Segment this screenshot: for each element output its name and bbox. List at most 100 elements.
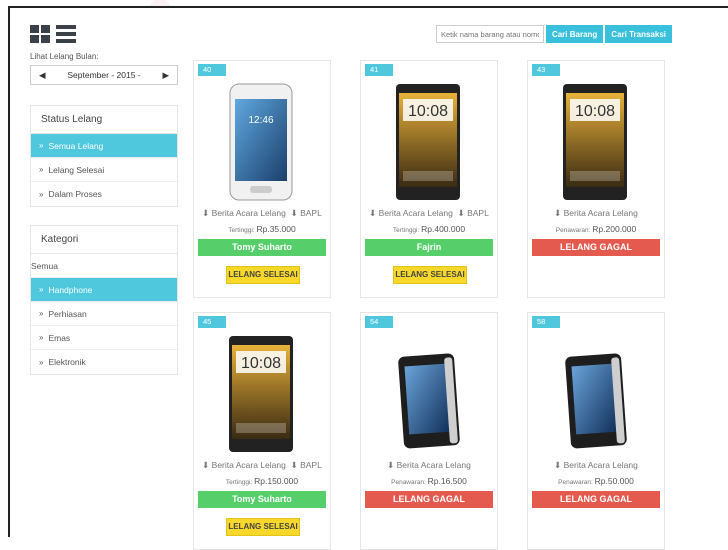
view-toggle (30, 25, 76, 43)
bid-amount: Rp.400.000 (421, 224, 466, 234)
bid-amount: Rp.200.000 (592, 224, 637, 234)
month-label: Lihat Lelang Bulan: (30, 52, 99, 61)
status-item-proses[interactable]: » Dalam Proses (31, 182, 177, 206)
product-image[interactable]: 12:46 (228, 83, 294, 201)
auction-status-bar: LELANG GAGAL (532, 491, 660, 508)
bid-amount: Rp.16.500 (427, 476, 467, 486)
chevron-right-icon: » (39, 357, 44, 367)
month-value: September - 2015 - (67, 70, 141, 80)
status-item-selesai[interactable]: » Lelang Selesai (31, 158, 177, 182)
auction-card[interactable]: 58 ⬇ Berita Acara Lelang Penawaran: Rp.5… (527, 312, 665, 550)
bid-info: Penawaran: Rp.50.000 (558, 476, 634, 486)
status-item-label: Semua Lelang (48, 140, 104, 151)
berita-acara-link[interactable]: ⬇ Berita Acara Lelang (387, 460, 471, 470)
download-icon: ⬇ (554, 208, 562, 218)
kategori-item-label: Emas (48, 332, 71, 343)
prev-month-icon[interactable]: ◀ (39, 70, 46, 81)
grid-view-icon[interactable] (30, 25, 50, 43)
svg-text:10:08: 10:08 (408, 103, 448, 120)
svg-text:10:08: 10:08 (575, 103, 615, 120)
kategori-item-label: Handphone (48, 284, 93, 295)
status-panel: Status Lelang » Semua Lelang » Lelang Sele… (30, 105, 178, 207)
auction-id-badge: 54 (365, 316, 393, 328)
bid-info: Tertinggi: Rp.150.000 (225, 476, 299, 486)
auction-card[interactable]: 54 ⬇ Berita Acara Lelang Penawaran: Rp.1… (360, 312, 498, 550)
auction-id-badge: 45 (198, 316, 226, 328)
list-view-icon[interactable] (56, 25, 76, 43)
download-icon: ⬇ (457, 208, 465, 218)
berita-acara-link[interactable]: ⬇ Berita Acara Lelang (202, 460, 286, 470)
auction-card[interactable]: 43 10:08 ⬇ Berita Acara Lelang Penawaran… (527, 60, 665, 298)
berita-acara-link[interactable]: ⬇ Berita Acara Lelang (369, 208, 453, 218)
product-image[interactable] (562, 335, 628, 453)
auction-card[interactable]: 45 10:08 ⬇ Berita Acara Lelang ⬇ BAPL Te… (193, 312, 331, 550)
kategori-item-perhiasan[interactable]: » Perhiasan (31, 302, 177, 326)
download-icon: ⬇ (202, 208, 210, 218)
kategori-item-elektronik[interactable]: » Elektronik (31, 350, 177, 374)
bid-amount: Rp.50.000 (594, 476, 634, 486)
auction-id-badge: 41 (365, 64, 393, 76)
bid-info: Penawaran: Rp.200.000 (555, 224, 637, 234)
search-transaksi-button[interactable]: Cari Transaksi (605, 25, 672, 43)
status-item-label: Lelang Selesai (48, 164, 105, 175)
kategori-item-emas[interactable]: » Emas (31, 326, 177, 350)
kategori-item-semua[interactable]: Semua (31, 254, 177, 278)
download-icon: ⬇ (387, 460, 395, 470)
chevron-right-icon: » (39, 141, 44, 150)
chevron-right-icon: » (39, 309, 44, 318)
product-image[interactable]: 10:08 (395, 83, 461, 201)
document-links: ⬇ Berita Acara Lelang (361, 460, 497, 471)
chevron-right-icon: » (39, 333, 44, 342)
search-input[interactable] (435, 25, 544, 43)
status-title: Status Lelang (31, 106, 177, 134)
berita-acara-link[interactable]: ⬇ Berita Acara Lelang (554, 460, 638, 470)
auction-card[interactable]: 41 10:08 ⬇ Berita Acara Lelang ⬇ BAPL Te… (360, 60, 498, 298)
lelang-selesai-button[interactable]: LELANG SELESAI (393, 266, 467, 284)
lelang-selesai-button[interactable]: LELANG SELESAI (226, 518, 300, 536)
berita-acara-link[interactable]: ⬇ Berita Acara Lelang (202, 208, 286, 218)
product-image[interactable]: 10:08 (228, 335, 294, 453)
auction-id-badge: 58 (532, 316, 560, 328)
document-links: ⬇ Berita Acara Lelang ⬇ BAPL (361, 208, 497, 219)
month-selector[interactable]: ◀ September - 2015 - ▶ (30, 65, 178, 85)
product-image[interactable] (395, 335, 461, 453)
lelang-selesai-button[interactable]: LELANG SELESAI (226, 266, 300, 284)
auction-card[interactable]: 40 12:46 ⬇ Berita Acara Lelang ⬇ BAPL Te… (193, 60, 331, 298)
bid-amount: Rp.150.000 (254, 476, 299, 486)
auction-status-bar: LELANG GAGAL (365, 491, 493, 508)
search-bar: Cari Barang Cari Transaksi (435, 25, 672, 43)
auction-status-bar: Tomy Suharto (198, 239, 326, 256)
bapl-link[interactable]: ⬇ BAPL (291, 460, 322, 470)
svg-text:12:46: 12:46 (248, 115, 273, 126)
kategori-item-handphone[interactable]: » Handphone (31, 278, 177, 302)
chevron-right-icon: » (39, 189, 44, 199)
auction-id-badge: 40 (198, 64, 226, 76)
sidebar: Lihat Lelang Bulan: ◀ September - 2015 -… (30, 52, 178, 375)
auction-status-bar: Tomy Suharto (198, 491, 326, 508)
svg-text:10:08: 10:08 (241, 355, 281, 372)
download-icon: ⬇ (202, 460, 210, 470)
bapl-link[interactable]: ⬇ BAPL (291, 208, 322, 218)
kategori-panel: Kategori Semua » Handphone » Perhiasan » Em… (30, 225, 178, 375)
download-icon: ⬇ (369, 208, 377, 218)
document-links: ⬇ Berita Acara Lelang ⬇ BAPL (194, 460, 330, 471)
kategori-item-label: Perhiasan (48, 308, 87, 319)
auction-status-bar: LELANG GAGAL (532, 239, 660, 256)
status-item-semua[interactable]: » Semua Lelang (31, 134, 177, 158)
berita-acara-link[interactable]: ⬇ Berita Acara Lelang (554, 208, 638, 218)
download-icon: ⬇ (290, 208, 298, 218)
chevron-right-icon: » (39, 285, 44, 294)
chevron-right-icon: » (39, 165, 44, 174)
bid-amount: Rp.35.000 (256, 224, 296, 234)
download-icon: ⬇ (290, 460, 298, 470)
status-item-label: Dalam Proses (48, 189, 102, 199)
next-month-icon[interactable]: ▶ (162, 70, 169, 81)
auction-status-bar: Fajrin (365, 239, 493, 256)
product-image[interactable]: 10:08 (562, 83, 628, 201)
kategori-title: Kategori (31, 226, 177, 254)
bapl-link[interactable]: ⬇ BAPL (458, 208, 489, 218)
search-barang-button[interactable]: Cari Barang (545, 25, 604, 43)
document-links: ⬇ Berita Acara Lelang (528, 460, 664, 471)
bid-info: Tertinggi: Rp.35.000 (228, 224, 296, 234)
bid-info: Penawaran: Rp.16.500 (391, 476, 467, 486)
